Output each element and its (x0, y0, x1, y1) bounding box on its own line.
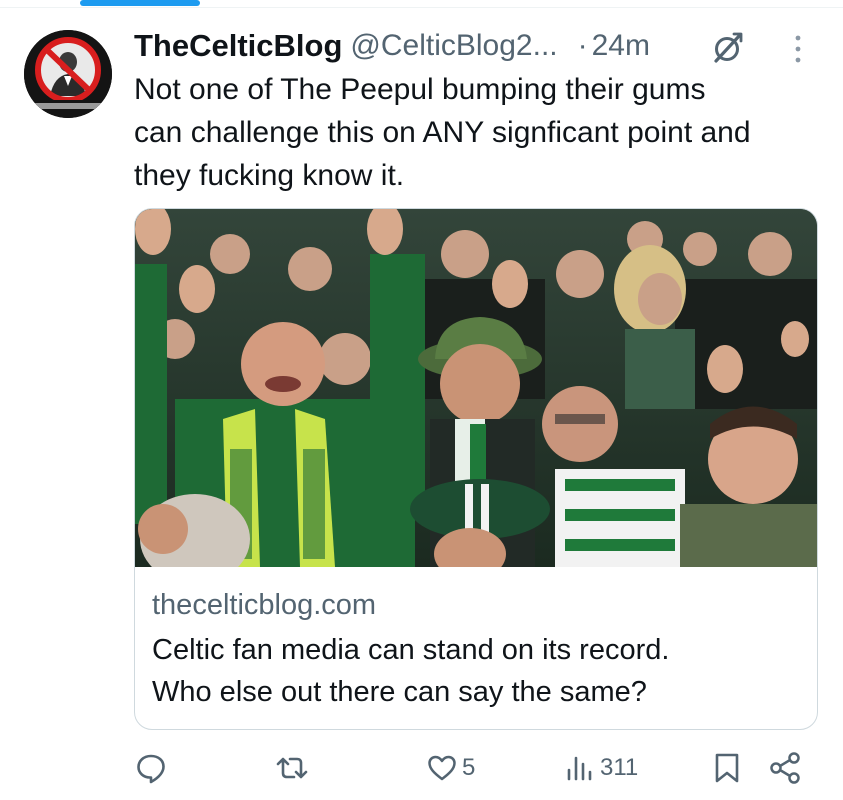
repost-button[interactable] (274, 745, 314, 791)
share-button[interactable] (768, 745, 802, 791)
celtic-blog-avatar-icon (24, 30, 112, 118)
views-count: 311 (600, 754, 639, 781)
active-tab-indicator (80, 0, 200, 6)
author-handle[interactable]: @CelticBlog2... (350, 29, 557, 63)
like-button[interactable]: 5 (426, 745, 475, 791)
top-divider (0, 7, 843, 8)
repost-icon (276, 757, 308, 779)
bookmark-icon (715, 753, 739, 783)
grok-icon[interactable] (710, 30, 746, 66)
views-button[interactable]: 311 (564, 745, 638, 791)
heart-icon (428, 755, 456, 781)
header-separator: · (577, 29, 588, 62)
reply-icon (137, 754, 165, 784)
link-card[interactable]: thecelticblog.com Celtic fan media can s… (134, 208, 818, 730)
post-timestamp[interactable]: 24m (592, 29, 650, 63)
post-actions-bar: 5 311 (134, 745, 824, 791)
bookmark-button[interactable] (712, 745, 742, 791)
views-icon (567, 756, 592, 781)
author-avatar[interactable] (24, 30, 112, 118)
share-icon (770, 752, 800, 784)
card-domain: thecelticblog.com (152, 589, 377, 621)
reply-button[interactable] (134, 745, 172, 791)
author-display-name[interactable]: TheCelticBlog (134, 28, 342, 64)
post-text: Not one of The Peepul bumping their gums… (134, 73, 751, 192)
card-image (135, 209, 817, 567)
card-title: Celtic fan media can stand on its record… (152, 634, 670, 708)
more-options-icon[interactable] (790, 34, 806, 64)
celtic-fans-photo (135, 209, 817, 567)
like-count: 5 (462, 754, 476, 781)
